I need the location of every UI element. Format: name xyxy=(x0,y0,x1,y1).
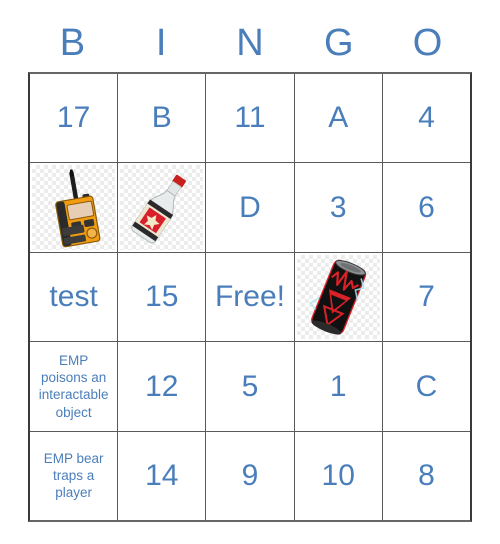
bingo-cell-label: 8 xyxy=(418,459,435,492)
bingo-cell-g2[interactable]: 3 xyxy=(293,163,382,252)
bingo-cell-label: B xyxy=(151,101,172,135)
bingo-cell-label: 10 xyxy=(321,459,355,492)
bingo-cell-n1[interactable]: 11 xyxy=(205,74,294,163)
bingo-cell-g1[interactable]: A xyxy=(293,74,382,163)
bingo-header-letter-i: I xyxy=(155,22,167,64)
bingo-cell-label: EMP bear traps a player xyxy=(43,450,104,501)
bingo-cell-i4[interactable]: 12 xyxy=(117,342,206,431)
bingo-cell-i3[interactable]: 15 xyxy=(117,252,206,342)
bingo-header-letter-n: N xyxy=(236,22,264,64)
bingo-header-row: B I N G O xyxy=(28,0,472,72)
bingo-grid: 17 B 11 A 4 D 3 6 test 15 Free! 7 EMP po… xyxy=(28,72,472,522)
bingo-cell-i1[interactable]: B xyxy=(117,74,206,163)
bingo-cell-g5[interactable]: 10 xyxy=(293,431,382,520)
bingo-cell-label: Free! xyxy=(214,280,286,314)
bingo-cell-label: 5 xyxy=(241,369,259,403)
bingo-cell-label: 15 xyxy=(145,280,179,314)
bingo-row: D 3 6 xyxy=(30,162,471,252)
bingo-cell-label: D xyxy=(239,190,261,224)
energy-drink-can-icon xyxy=(309,259,366,335)
bingo-cell-label: 11 xyxy=(234,101,266,135)
bingo-cell-i5[interactable]: 14 xyxy=(117,431,206,520)
bingo-cell-o5[interactable]: 8 xyxy=(381,431,471,520)
bingo-cell-b2[interactable] xyxy=(30,163,118,252)
bingo-cell-o2[interactable]: 6 xyxy=(381,163,471,252)
bingo-card: B I N G O 17 B 11 A 4 D 3 6 test 15 Free… xyxy=(28,0,472,522)
bingo-cell-n4[interactable]: 5 xyxy=(205,342,294,431)
bingo-header-letter-g: G xyxy=(324,22,354,64)
bingo-cell-b5[interactable]: EMP bear traps a player xyxy=(30,431,118,520)
bingo-row: test 15 Free! 7 xyxy=(30,251,471,342)
bingo-header-letter-o: O xyxy=(412,22,443,64)
bingo-cell-label: 6 xyxy=(418,190,435,224)
bingo-cell-n2[interactable]: D xyxy=(205,163,294,252)
bingo-cell-label: 14 xyxy=(145,459,179,492)
bingo-cell-label: 1 xyxy=(329,369,347,403)
bingo-cell-g3[interactable] xyxy=(293,252,382,342)
bingo-cell-o3[interactable]: 7 xyxy=(381,252,471,342)
bingo-cell-label: 12 xyxy=(145,369,179,403)
bingo-cell-label: C xyxy=(415,369,438,403)
bingo-cell-g4[interactable]: 1 xyxy=(293,342,382,431)
walkie-talkie-radio-icon xyxy=(55,169,101,248)
bingo-cell-label: test xyxy=(49,280,98,314)
bingo-row: EMP bear traps a player 14 9 10 8 xyxy=(30,430,471,520)
bingo-cell-o1[interactable]: 4 xyxy=(381,74,471,163)
bingo-cell-label: EMP poisons an interactable object xyxy=(38,352,109,420)
bingo-cell-label: 4 xyxy=(418,101,435,135)
bingo-cell-label: A xyxy=(328,101,349,135)
bingo-cell-free-space[interactable]: Free! xyxy=(205,252,294,342)
bingo-cell-b4[interactable]: EMP poisons an interactable object xyxy=(30,342,118,431)
bingo-cell-n5[interactable]: 9 xyxy=(205,431,294,520)
bingo-cell-label: 9 xyxy=(241,459,259,492)
bingo-cell-o4[interactable]: C xyxy=(381,342,471,431)
bingo-cell-label: 3 xyxy=(329,190,347,224)
bingo-row: EMP poisons an interactable object 12 5 … xyxy=(30,341,471,431)
liquor-bottle-icon xyxy=(131,175,187,244)
bingo-row: 17 B 11 A 4 xyxy=(30,74,471,163)
bingo-cell-b3[interactable]: test xyxy=(30,252,118,342)
bingo-cell-label: 17 xyxy=(56,101,91,135)
bingo-cell-b1[interactable]: 17 xyxy=(30,74,118,163)
bingo-header-letter-b: B xyxy=(59,22,86,64)
bingo-cell-label: 7 xyxy=(418,280,435,314)
bingo-cell-i2[interactable] xyxy=(117,163,206,252)
